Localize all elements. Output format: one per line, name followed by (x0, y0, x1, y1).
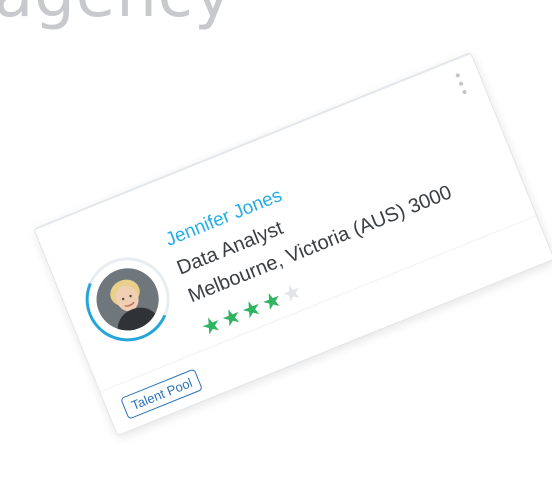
talent-pool-badge[interactable]: Talent Pool (120, 368, 204, 420)
background-heading: agency (0, 0, 233, 32)
avatar[interactable] (87, 259, 168, 340)
candidate-card[interactable]: Jennifer Jones Data Analyst Melbourne, V… (33, 51, 552, 437)
kebab-menu-icon[interactable] (453, 72, 469, 95)
avatar-ring (72, 244, 183, 355)
